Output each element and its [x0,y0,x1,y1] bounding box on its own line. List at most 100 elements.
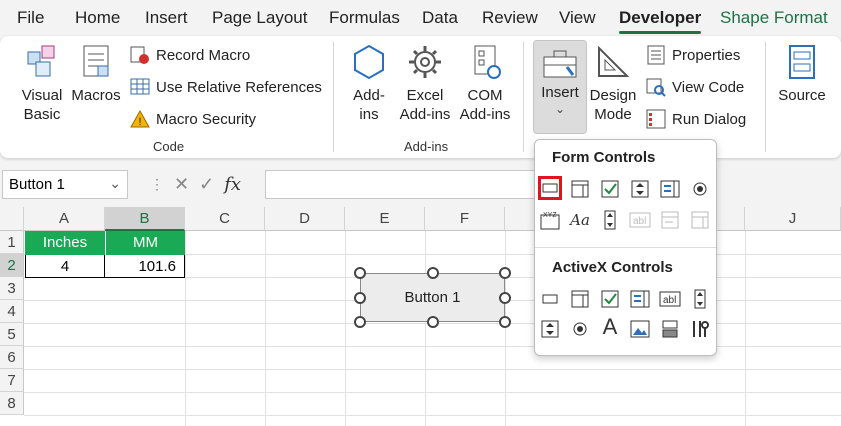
list-box-icon[interactable] [658,177,682,201]
cell-b1[interactable]: MM [105,231,185,255]
scroll-bar-icon[interactable] [598,208,622,232]
row-header-8[interactable]: 8 [0,392,24,415]
column-header-c[interactable]: C [185,207,265,231]
activex-text-box-icon[interactable]: abl [658,287,682,311]
column-header-f[interactable]: F [425,207,505,231]
row-header-1[interactable]: 1 [0,231,24,254]
tab-data[interactable]: Data [422,8,458,28]
more-controls-icon[interactable] [688,317,712,341]
text-field-icon: abl [628,208,652,232]
chevron-down-icon[interactable]: ⌄ [109,175,121,192]
tab-file[interactable]: File [17,8,44,28]
row-header-7[interactable]: 7 [0,369,24,392]
view-code-button[interactable]: View Code [646,77,744,97]
activex-label-icon[interactable]: A [598,314,622,339]
insert-controls-button[interactable]: Insert ⌄ [533,40,587,134]
label-icon[interactable]: Aa [568,208,592,232]
excel-addins-button[interactable]: Excel Add-ins [398,42,452,124]
tab-shape-format[interactable]: Shape Format [720,8,828,28]
name-box[interactable]: Button 1 ⌄ [2,170,128,199]
macros-button[interactable]: Macros [71,42,121,105]
command-button-icon[interactable] [538,287,562,311]
combo-box-icon[interactable] [568,177,592,201]
more-icon[interactable]: ⋮ [150,176,164,193]
spin-button-icon[interactable] [628,177,652,201]
properties-icon [647,45,665,65]
addins-button[interactable]: Add- ins [345,42,393,124]
resize-handle[interactable] [499,316,511,328]
tab-developer[interactable]: Developer [619,8,702,34]
column-header-b[interactable]: B [105,207,185,231]
resize-handle[interactable] [427,267,439,279]
design-mode-button[interactable]: Design Mode [588,42,638,124]
activex-controls-title: ActiveX Controls [552,259,673,276]
resize-handle[interactable] [354,316,366,328]
ribbon-separator [523,42,524,152]
use-relative-references-label: Use Relative References [156,78,322,96]
visual-basic-icon [27,45,55,77]
resize-handle[interactable] [354,292,366,304]
activex-scroll-bar-icon[interactable] [688,287,712,311]
checkbox-icon[interactable] [598,177,622,201]
resize-handle[interactable] [354,267,366,279]
column-header-j[interactable]: J [745,207,841,231]
tab-formulas[interactable]: Formulas [329,8,400,28]
cell-a1[interactable]: Inches [25,231,105,255]
cancel-icon[interactable]: ✕ [174,174,189,195]
com-addins-label-1: COM [467,87,503,104]
activex-combo-box-icon[interactable] [568,287,592,311]
activex-toggle-button-icon[interactable] [658,317,682,341]
source-button[interactable]: Source [776,42,828,105]
activex-checkbox-icon[interactable] [598,287,622,311]
design-mode-label-1: Design [589,87,637,104]
combo-list-edit-icon [658,208,682,232]
tab-page-layout[interactable]: Page Layout [212,8,307,28]
resize-handle[interactable] [499,292,511,304]
form-controls-title: Form Controls [552,149,656,166]
gridline [24,392,841,393]
properties-button[interactable]: Properties [646,45,740,65]
com-addins-button[interactable]: COM Add-ins [457,42,513,124]
select-all-corner[interactable] [0,207,24,231]
use-relative-references-button[interactable]: Use Relative References [130,77,322,97]
gridline [505,231,506,426]
dropdown-separator [535,247,716,248]
tab-review[interactable]: Review [482,8,538,28]
resize-handle[interactable] [499,267,511,279]
visual-basic-button[interactable]: Visual Basic [16,42,68,124]
run-dialog-button[interactable]: Run Dialog [646,109,746,129]
insert-function-icon[interactable]: fx [224,174,241,195]
row-header-4[interactable]: 4 [0,300,24,323]
row-header-6[interactable]: 6 [0,346,24,369]
column-header-d[interactable]: D [265,207,345,231]
activex-list-box-icon[interactable] [628,287,652,311]
record-macro-button[interactable]: Record Macro [130,45,250,65]
resize-handle[interactable] [427,316,439,328]
activex-image-icon[interactable] [628,317,652,341]
enter-icon[interactable]: ✓ [199,174,214,195]
addins-icon [354,44,384,80]
option-button-icon[interactable] [688,177,712,201]
tab-view[interactable]: View [559,8,596,28]
activex-spin-button-icon[interactable] [538,317,562,341]
activex-option-button-icon[interactable] [568,317,592,341]
form-button-control[interactable]: Button 1 [360,273,505,322]
design-mode-label-2: Mode [594,106,632,123]
macros-icon [83,45,109,77]
row-header-3[interactable]: 3 [0,277,24,300]
cell-b2[interactable]: 101.6 [104,255,185,278]
column-header-e[interactable]: E [345,207,425,231]
column-header-a[interactable]: A [24,207,105,231]
formula-input[interactable] [265,170,545,199]
macro-security-button[interactable]: ! Macro Security [130,109,256,129]
tab-insert[interactable]: Insert [145,8,188,28]
button-form-control-icon[interactable] [538,176,562,200]
row-header-5[interactable]: 5 [0,323,24,346]
tab-home[interactable]: Home [75,8,120,28]
cell-a2[interactable]: 4 [25,255,105,278]
gear-icon [409,46,441,78]
macros-label: Macros [71,87,121,104]
row-header-2[interactable]: 2 [0,254,24,277]
group-box-icon[interactable]: XYZ [538,208,562,232]
group-label-addins: Add-ins [404,139,449,154]
